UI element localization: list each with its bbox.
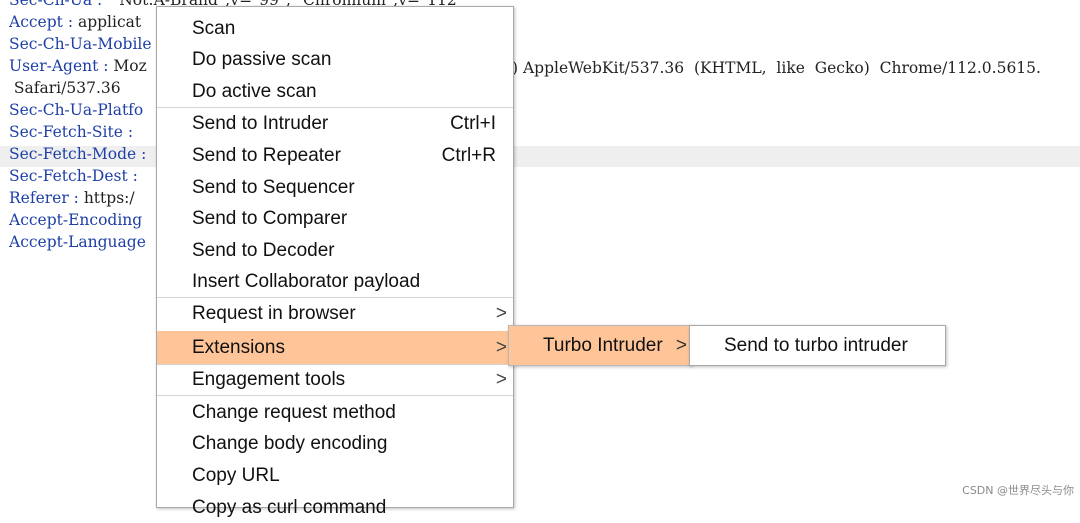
- request-header-line: Referer : https:/: [9, 187, 135, 209]
- menu-item-label: Copy URL: [192, 465, 280, 486]
- header-name: Accept: [9, 13, 63, 31]
- menu-item-shortcut: Ctrl+I: [450, 113, 496, 134]
- menu-item-label: Do passive scan: [192, 49, 332, 70]
- menu-item-extensions[interactable]: Extensions >: [157, 331, 513, 364]
- menu-item-label: Change body encoding: [192, 433, 388, 454]
- request-header-line: Safari/537.36: [9, 77, 121, 99]
- menu-item-label: Do active scan: [192, 81, 317, 102]
- request-header-line: Sec-Fetch-Dest :: [9, 165, 138, 187]
- menu-item-copy-url[interactable]: Copy URL: [157, 460, 513, 491]
- menu-item-shortcut: Ctrl+R: [441, 145, 496, 166]
- header-name: Sec-Fetch-Dest: [9, 167, 128, 185]
- menu-item-label: Send to turbo intruder: [724, 335, 908, 356]
- request-header-line: Accept-Encoding: [9, 209, 142, 231]
- menu-item-label: Send to Decoder: [192, 240, 335, 261]
- header-name: User-Agent: [9, 57, 99, 75]
- header-name: Sec-Ch-Ua-Mobile: [9, 35, 152, 53]
- menu-item-label: Insert Collaborator payload: [192, 271, 421, 292]
- menu-item-label: Change request method: [192, 402, 396, 423]
- menu-item-label: Extensions: [192, 337, 285, 358]
- extensions-submenu: Turbo Intruder >: [508, 325, 692, 366]
- header-name: Sec-Fetch-Site: [9, 123, 123, 141]
- header-name: Sec-Ch-Ua-Platfo: [9, 101, 144, 119]
- header-value: https:/: [83, 189, 135, 207]
- chevron-right-icon: >: [495, 369, 507, 390]
- request-header-line: User-Agent : Moz: [9, 55, 147, 77]
- menu-item-do-active-scan[interactable]: Do active scan: [157, 76, 513, 107]
- header-separator: :: [127, 167, 138, 185]
- menu-item-label: Engagement tools: [192, 369, 346, 390]
- menu-item-engagement-tools[interactable]: Engagement tools >: [157, 364, 513, 395]
- header-name: Sec-Fetch-Mode: [9, 145, 137, 163]
- request-header-line: Accept : applicat: [9, 11, 141, 33]
- menu-item-request-in-browser[interactable]: Request in browser >: [157, 298, 513, 329]
- watermark: CSDN @世界尽头与你: [962, 484, 1074, 497]
- menu-item-label: Send to Sequencer: [192, 177, 355, 198]
- header-value: Safari/537.36: [9, 79, 121, 97]
- menu-item-label: Request in browser: [192, 303, 356, 324]
- menu-item-label: Turbo Intruder: [543, 335, 663, 356]
- header-separator: :: [62, 13, 78, 31]
- header-separator: :: [68, 189, 84, 207]
- menu-item-label: Send to Repeater: [192, 145, 341, 166]
- menu-separator: [157, 395, 513, 396]
- menu-item-copy-as-curl-command[interactable]: Copy as curl command: [157, 492, 513, 523]
- menu-item-send-to-decoder[interactable]: Send to Decoder: [157, 235, 513, 266]
- user-agent-tail: ) AppleWebKit/537.36 (KHTML, like Gecko)…: [512, 59, 1041, 77]
- menu-item-label: Send to Intruder: [192, 113, 329, 134]
- header-separator: :: [92, 0, 113, 9]
- request-header-line: Accept-Language: [9, 231, 146, 253]
- header-name: Referer: [9, 189, 69, 207]
- header-name: Accept-Encoding: [9, 211, 143, 229]
- header-separator: :: [98, 57, 114, 75]
- chevron-right-icon: >: [495, 303, 507, 324]
- request-header-line: Sec-Ch-Ua-Platfo: [9, 99, 143, 121]
- header-separator: :: [136, 145, 147, 163]
- menu-item-do-passive-scan[interactable]: Do passive scan: [157, 44, 513, 75]
- context-menu: Scan Do passive scan Do active scan Send to…: [156, 6, 514, 518]
- header-name: Sec-Ch-Ua: [9, 0, 93, 9]
- menu-item-send-to-comparer[interactable]: Send to Comparer: [157, 203, 513, 234]
- menu-item-change-body-encoding[interactable]: Change body encoding: [157, 428, 513, 459]
- menu-item-send-to-repeater[interactable]: Send to Repeater Ctrl+R: [157, 140, 513, 171]
- menu-item-send-to-intruder[interactable]: Send to Intruder Ctrl+I: [157, 108, 513, 139]
- header-value: Moz: [113, 57, 147, 75]
- header-value: applicat: [77, 13, 142, 31]
- menu-item-label: Send to Comparer: [192, 208, 348, 229]
- menu-item-scan[interactable]: Scan: [157, 13, 513, 44]
- request-header-line: Sec-Ch-Ua-Mobile: [9, 33, 152, 55]
- chevron-right-icon: >: [495, 337, 507, 358]
- request-header-line: Sec-Fetch-Mode :: [9, 143, 146, 165]
- menu-item-label: Copy as curl command: [192, 497, 387, 518]
- menu-item-insert-collaborator-payload[interactable]: Insert Collaborator payload: [157, 266, 513, 297]
- header-name: Accept-Language: [9, 233, 146, 251]
- menu-item-label: Scan: [192, 18, 236, 39]
- request-header-line: Sec-Fetch-Site :: [9, 121, 133, 143]
- menu-item-send-to-sequencer[interactable]: Send to Sequencer: [157, 172, 513, 203]
- chevron-right-icon: >: [675, 335, 687, 356]
- menu-item-change-request-method[interactable]: Change request method: [157, 397, 513, 428]
- turbo-intruder-submenu: Send to turbo intruder: [689, 325, 946, 366]
- header-separator: :: [122, 123, 134, 141]
